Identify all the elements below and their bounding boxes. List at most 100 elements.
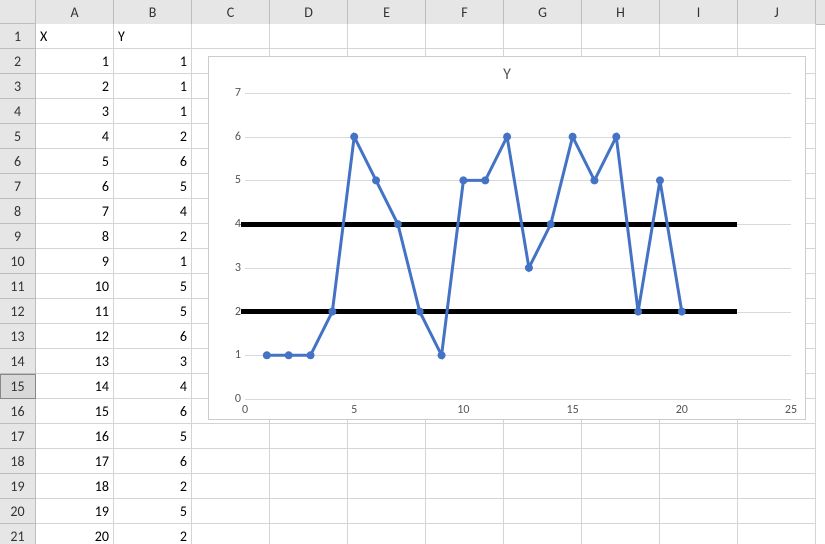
cell[interactable] bbox=[270, 524, 348, 544]
cell[interactable] bbox=[348, 24, 426, 49]
cell[interactable]: 6 bbox=[114, 449, 192, 474]
cell[interactable] bbox=[582, 449, 660, 474]
row-header[interactable]: 4 bbox=[0, 99, 36, 124]
select-all-corner[interactable] bbox=[0, 0, 36, 24]
cell[interactable]: 14 bbox=[36, 374, 114, 399]
col-header-G[interactable]: G bbox=[504, 0, 582, 24]
col-header-J[interactable]: J bbox=[738, 0, 816, 24]
row-header[interactable]: 19 bbox=[0, 474, 36, 499]
cell[interactable] bbox=[660, 449, 738, 474]
cell[interactable] bbox=[426, 499, 504, 524]
cell[interactable]: 4 bbox=[114, 374, 192, 399]
cell[interactable]: 5 bbox=[114, 499, 192, 524]
chart-plot-area[interactable]: 012345670510152025 bbox=[245, 93, 791, 399]
row-header[interactable]: 8 bbox=[0, 199, 36, 224]
cell[interactable] bbox=[348, 424, 426, 449]
cell[interactable]: 15 bbox=[36, 399, 114, 424]
cell[interactable] bbox=[582, 474, 660, 499]
cell[interactable]: 2 bbox=[114, 224, 192, 249]
row-header[interactable]: 18 bbox=[0, 449, 36, 474]
cell[interactable]: 3 bbox=[36, 99, 114, 124]
row-header[interactable]: 12 bbox=[0, 299, 36, 324]
cell[interactable]: 12 bbox=[36, 324, 114, 349]
cell[interactable]: 5 bbox=[114, 424, 192, 449]
cell[interactable] bbox=[660, 24, 738, 49]
cell[interactable]: 2 bbox=[114, 124, 192, 149]
cell[interactable]: 4 bbox=[114, 199, 192, 224]
cell[interactable] bbox=[504, 449, 582, 474]
cell[interactable] bbox=[192, 474, 270, 499]
row-header[interactable]: 21 bbox=[0, 524, 36, 544]
col-header-C[interactable]: C bbox=[192, 0, 270, 24]
cell[interactable] bbox=[426, 524, 504, 544]
cell[interactable] bbox=[348, 524, 426, 544]
row-header[interactable]: 5 bbox=[0, 124, 36, 149]
row-header[interactable]: 14 bbox=[0, 349, 36, 374]
cell[interactable]: 10 bbox=[36, 274, 114, 299]
cell[interactable] bbox=[270, 499, 348, 524]
cell[interactable] bbox=[582, 24, 660, 49]
cell[interactable]: X bbox=[36, 24, 114, 49]
cell[interactable]: 1 bbox=[114, 249, 192, 274]
cell[interactable]: 20 bbox=[36, 524, 114, 544]
row-header[interactable]: 1 bbox=[0, 24, 36, 49]
cell[interactable] bbox=[192, 499, 270, 524]
embedded-chart[interactable]: Y 012345670510152025 bbox=[208, 56, 806, 420]
cell[interactable]: 4 bbox=[36, 124, 114, 149]
col-header-D[interactable]: D bbox=[270, 0, 348, 24]
cell[interactable] bbox=[504, 474, 582, 499]
row-header[interactable]: 10 bbox=[0, 249, 36, 274]
cell[interactable]: 1 bbox=[36, 49, 114, 74]
cell[interactable] bbox=[270, 24, 348, 49]
row-header[interactable]: 6 bbox=[0, 149, 36, 174]
col-header-F[interactable]: F bbox=[426, 0, 504, 24]
row-header[interactable]: 2 bbox=[0, 49, 36, 74]
row-header[interactable]: 7 bbox=[0, 174, 36, 199]
cell[interactable]: 18 bbox=[36, 474, 114, 499]
cell[interactable] bbox=[660, 499, 738, 524]
cell[interactable]: 13 bbox=[36, 349, 114, 374]
cell[interactable] bbox=[270, 424, 348, 449]
cell[interactable] bbox=[738, 449, 816, 474]
cell[interactable] bbox=[192, 24, 270, 49]
cell[interactable]: 9 bbox=[36, 249, 114, 274]
col-header-H[interactable]: H bbox=[582, 0, 660, 24]
cell[interactable]: 6 bbox=[114, 324, 192, 349]
cell[interactable]: 17 bbox=[36, 449, 114, 474]
cell[interactable] bbox=[270, 449, 348, 474]
row-header[interactable]: 16 bbox=[0, 399, 36, 424]
cell[interactable] bbox=[738, 24, 816, 49]
cell[interactable] bbox=[426, 424, 504, 449]
cell[interactable] bbox=[504, 499, 582, 524]
cell[interactable]: 6 bbox=[36, 174, 114, 199]
cell[interactable]: 5 bbox=[36, 149, 114, 174]
cell[interactable] bbox=[738, 524, 816, 544]
col-header-I[interactable]: I bbox=[660, 0, 738, 24]
cell[interactable]: 1 bbox=[114, 49, 192, 74]
cell[interactable] bbox=[582, 424, 660, 449]
col-header-A[interactable]: A bbox=[36, 0, 114, 24]
cell[interactable] bbox=[426, 24, 504, 49]
cell[interactable] bbox=[504, 424, 582, 449]
row-header[interactable]: 11 bbox=[0, 274, 36, 299]
cell[interactable] bbox=[348, 449, 426, 474]
row-header[interactable]: 17 bbox=[0, 424, 36, 449]
cell[interactable]: 6 bbox=[114, 149, 192, 174]
cell[interactable]: 6 bbox=[114, 399, 192, 424]
row-header[interactable]: 13 bbox=[0, 324, 36, 349]
cell[interactable] bbox=[426, 449, 504, 474]
cell[interactable] bbox=[348, 499, 426, 524]
cell[interactable] bbox=[582, 499, 660, 524]
cell[interactable]: 1 bbox=[114, 99, 192, 124]
cell[interactable] bbox=[348, 474, 426, 499]
cell[interactable]: 3 bbox=[114, 349, 192, 374]
cell[interactable] bbox=[738, 424, 816, 449]
col-header-B[interactable]: B bbox=[114, 0, 192, 24]
col-header-E[interactable]: E bbox=[348, 0, 426, 24]
cell[interactable] bbox=[660, 524, 738, 544]
cell[interactable] bbox=[192, 449, 270, 474]
cell[interactable] bbox=[738, 474, 816, 499]
cell[interactable]: 11 bbox=[36, 299, 114, 324]
cell[interactable] bbox=[192, 524, 270, 544]
cell[interactable]: 8 bbox=[36, 224, 114, 249]
